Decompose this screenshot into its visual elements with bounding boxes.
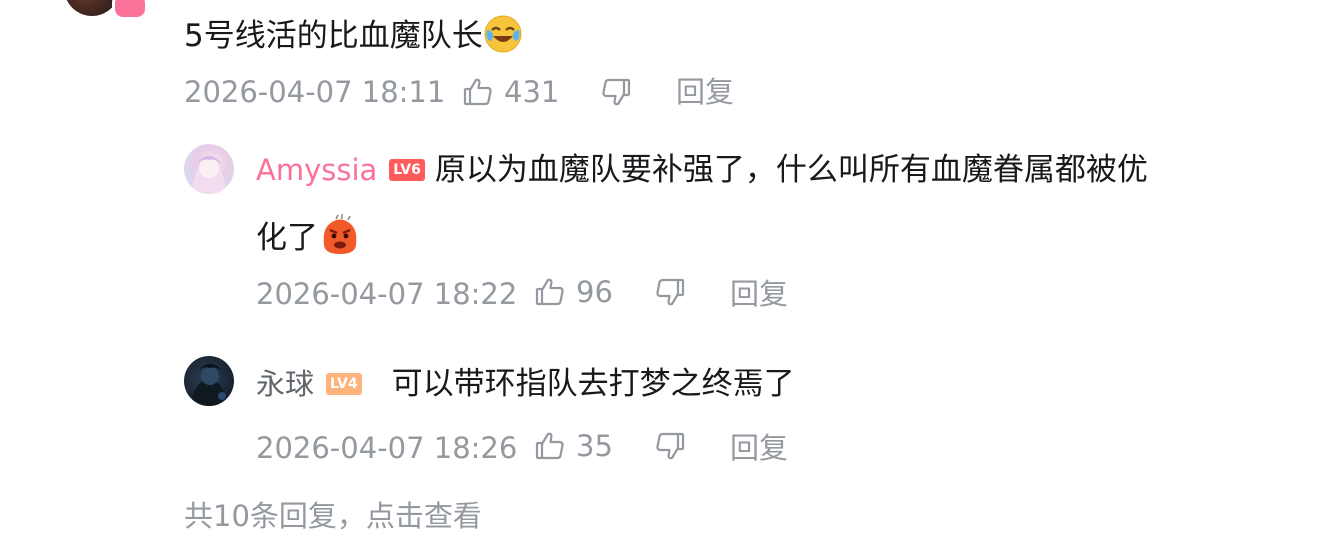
root-comment-content: 5号线活的比血魔队长 <box>184 14 523 64</box>
reply-text: 可以带环指队去打梦之终焉了 <box>391 366 795 402</box>
root-comment-text: 5号线活的比血魔队长 <box>184 18 483 54</box>
view-more-replies-link[interactable]: 共10条回复，点击查看 <box>184 496 482 536</box>
reply-1-header: Amyssia LV6 原以为血魔队要补强了，什么叫所有血魔眷属都被优 <box>256 150 1148 190</box>
reply-avatar-amyssia[interactable] <box>184 144 234 194</box>
reply-text-line1: 原以为血魔队要补强了，什么叫所有血魔眷属都被优 <box>434 152 1148 188</box>
reply-2-like-button[interactable]: 35 <box>534 426 613 466</box>
reply-2-header: 永球 LV4 可以带环指队去打梦之终焉了 <box>256 364 795 404</box>
reply-2-reply-button[interactable]: 回复 <box>730 428 788 468</box>
reply-username[interactable]: Amyssia <box>256 150 377 190</box>
reply-1-like-count: 96 <box>576 275 613 309</box>
reply-2-dislike-button[interactable] <box>654 426 686 466</box>
thumbs-up-icon <box>534 276 566 308</box>
thumbs-up-icon <box>462 76 494 108</box>
thumbs-down-icon <box>654 276 686 308</box>
thumbs-down-icon <box>654 430 686 462</box>
level-badge: LV6 <box>389 159 425 181</box>
crying-laughing-emoji <box>483 14 523 64</box>
thumbs-down-icon <box>600 76 632 108</box>
level-badge: LV4 <box>326 373 362 395</box>
reply-avatar-yongqiu[interactable] <box>184 356 234 406</box>
root-comment-timestamp: 2026-04-07 18:11 <box>184 75 446 109</box>
root-dislike-button[interactable] <box>600 72 632 112</box>
reply-2-like-count: 35 <box>576 429 613 463</box>
reply-1-content-line2: 化了 <box>256 214 362 266</box>
angry-blob-emoji <box>318 214 362 266</box>
reply-1-dislike-button[interactable] <box>654 272 686 312</box>
root-like-button[interactable]: 431 <box>462 72 559 112</box>
root-reply-button[interactable]: 回复 <box>676 72 734 112</box>
thumbs-up-icon <box>534 430 566 462</box>
reply-2-timestamp: 2026-04-07 18:26 <box>256 431 518 465</box>
reply-text-line2: 化了 <box>256 220 318 256</box>
reply-1-timestamp: 2026-04-07 18:22 <box>256 277 518 311</box>
reply-1-reply-button[interactable]: 回复 <box>730 274 788 314</box>
avatar-badge-icon <box>112 0 148 20</box>
reply-username[interactable]: 永球 <box>256 364 314 404</box>
reply-1-like-button[interactable]: 96 <box>534 272 613 312</box>
root-like-count: 431 <box>504 75 560 109</box>
